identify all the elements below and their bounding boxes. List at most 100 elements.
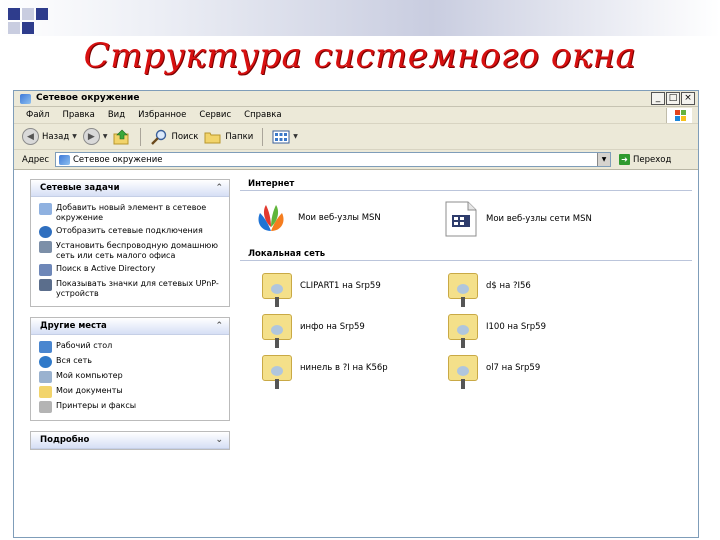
add-network-place-icon — [39, 203, 52, 215]
network-share-folder-icon — [262, 355, 292, 389]
item-label: Мои веб-узлы MSN — [298, 213, 381, 223]
collapse-chevron-icon[interactable]: ⌃ — [215, 183, 223, 193]
place-label: Вся сеть — [56, 356, 92, 365]
menu-edit[interactable]: Правка — [62, 110, 94, 120]
back-label: Назад — [42, 131, 70, 142]
views-button[interactable]: ▼ — [272, 129, 298, 145]
place-item-printers[interactable]: Принтеры и факсы — [39, 401, 225, 413]
network-share-folder-icon — [262, 273, 292, 307]
go-label: Переход — [633, 154, 672, 165]
place-item-desktop[interactable]: Рабочий стол — [39, 341, 225, 353]
task-item-connections[interactable]: Отобразить сетевые подключения — [39, 226, 225, 238]
panel-header[interactable]: Другие места ⌃ — [31, 318, 229, 335]
close-button[interactable]: × — [681, 92, 695, 105]
task-label: Показывать значки для сетевых UPnP-устро… — [56, 279, 219, 298]
back-arrow-icon: ◀ — [22, 128, 39, 145]
documents-folder-icon — [39, 386, 52, 398]
decor-square — [8, 22, 20, 34]
network-connections-icon — [39, 226, 52, 238]
details-panel: Подробно ⌄ — [30, 431, 230, 450]
share-item[interactable]: инфо на Srp59 — [262, 314, 365, 348]
title-bar[interactable]: Сетевое окружение _ □ × — [14, 91, 698, 107]
expand-chevron-icon[interactable]: ⌄ — [215, 435, 223, 445]
share-item[interactable]: CLIPART1 на Srp59 — [262, 273, 381, 307]
views-icon — [272, 130, 290, 143]
panel-header[interactable]: Сетевые задачи ⌃ — [31, 180, 229, 197]
maximize-button[interactable]: □ — [666, 92, 680, 105]
globe-icon — [39, 356, 52, 368]
share-item[interactable]: I100 на Srp59 — [448, 314, 547, 348]
menu-tools[interactable]: Сервис — [199, 110, 231, 120]
forward-arrow-icon: ▶ — [82, 128, 100, 145]
back-button[interactable]: ◀ Назад ▼ — [22, 128, 77, 145]
address-value: Сетевое окружение — [73, 154, 163, 165]
task-label: Добавить новый элемент в сетевое окружен… — [56, 203, 207, 222]
task-item-active-directory[interactable]: Поиск в Active Directory — [39, 264, 225, 276]
menu-view[interactable]: Вид — [108, 110, 125, 120]
share-item[interactable]: нинель в ?I на K56p — [262, 355, 388, 389]
menu-help[interactable]: Справка — [244, 110, 281, 120]
folders-button[interactable]: Папки — [204, 129, 253, 145]
panel-title: Подробно — [40, 435, 90, 445]
windows-logo-icon — [666, 108, 692, 123]
place-label: Мои документы — [56, 386, 123, 395]
place-label: Принтеры и факсы — [56, 401, 137, 410]
task-label: Поиск в Active Directory — [56, 264, 156, 273]
decor-square — [22, 22, 34, 34]
collapse-chevron-icon[interactable]: ⌃ — [215, 321, 223, 331]
place-label: Рабочий стол — [56, 341, 113, 350]
wireless-network-icon — [39, 241, 52, 253]
window-body: Сетевые задачи ⌃ Добавить новый элемент … — [14, 171, 698, 537]
forward-button[interactable]: ▶ ▼ — [82, 128, 108, 145]
task-label: Отобразить сетевые подключения — [56, 226, 203, 235]
menu-favorites[interactable]: Избранное — [138, 110, 186, 120]
network-places-icon — [20, 94, 31, 104]
other-places-panel: Другие места ⌃ Рабочий стол Вся сеть Мой… — [30, 317, 230, 421]
item-msn-network-sites[interactable]: Мои веб-узлы сети MSN — [444, 201, 592, 237]
task-item-add-place[interactable]: Добавить новый элемент в сетевое окружен… — [39, 203, 225, 223]
share-item[interactable]: d$ на ?I56 — [448, 273, 531, 307]
header-gradient-band — [0, 0, 720, 36]
menu-file[interactable]: Файл — [26, 110, 49, 120]
panel-title: Другие места — [40, 321, 107, 331]
toolbar-separator — [140, 127, 142, 146]
task-item-wireless[interactable]: Установить беспроводную домашнюю сеть ил… — [39, 241, 225, 261]
panel-title: Сетевые задачи — [40, 183, 120, 193]
search-icon — [151, 129, 167, 145]
network-places-icon — [59, 154, 70, 165]
task-label: Установить беспроводную домашнюю сеть ил… — [56, 241, 219, 260]
task-item-upnp[interactable]: Показывать значки для сетевых UPnP-устро… — [39, 279, 225, 299]
printer-icon — [39, 401, 52, 413]
task-pane: Сетевые задачи ⌃ Добавить новый элемент … — [30, 179, 230, 460]
network-tasks-panel: Сетевые задачи ⌃ Добавить новый элемент … — [30, 179, 230, 307]
chevron-down-icon: ▼ — [293, 133, 298, 140]
network-share-folder-icon — [448, 314, 478, 348]
network-share-folder-icon — [448, 273, 478, 307]
go-button[interactable]: ➜ Переход — [619, 154, 671, 165]
address-input[interactable]: Сетевое окружение ▼ — [55, 152, 611, 167]
decor-square — [22, 8, 34, 20]
item-msn-sites[interactable]: Мои веб-узлы MSN — [252, 201, 381, 235]
share-item[interactable]: ol7 на Srp59 — [448, 355, 541, 389]
group-header-lan: Локальная сеть — [248, 249, 326, 259]
place-item-my-documents[interactable]: Мои документы — [39, 386, 225, 398]
place-item-entire-network[interactable]: Вся сеть — [39, 356, 225, 368]
toolbar-separator — [262, 127, 264, 146]
panel-header[interactable]: Подробно ⌄ — [31, 432, 229, 449]
chevron-down-icon: ▼ — [102, 133, 108, 140]
folders-icon — [204, 132, 221, 143]
search-button[interactable]: Поиск — [150, 129, 198, 145]
decor-square — [36, 8, 48, 20]
up-folder-icon — [113, 129, 129, 144]
up-button[interactable] — [113, 129, 131, 145]
place-item-my-computer[interactable]: Мой компьютер — [39, 371, 225, 383]
item-label: ol7 на Srp59 — [486, 363, 541, 373]
item-label: I100 на Srp59 — [486, 322, 547, 332]
upnp-devices-icon — [39, 279, 52, 291]
web-page-document-icon — [445, 201, 477, 237]
address-bar: Адрес Сетевое окружение ▼ ➜ Переход — [14, 150, 698, 170]
minimize-button[interactable]: _ — [651, 92, 665, 105]
address-dropdown-button[interactable]: ▼ — [597, 153, 610, 166]
desktop-icon — [39, 341, 52, 353]
item-label: нинель в ?I на K56p — [300, 363, 388, 373]
